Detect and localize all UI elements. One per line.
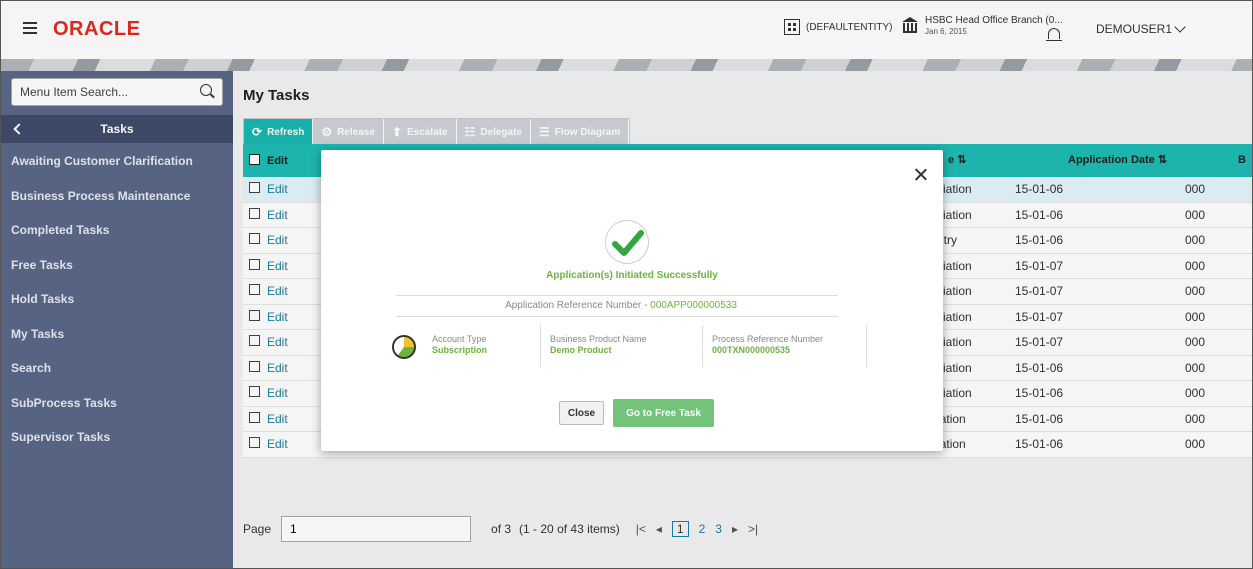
account-type-icon [392, 335, 416, 359]
application-reference: Application Reference Number - 000APP000… [321, 300, 921, 311]
close-button[interactable]: Close [559, 401, 604, 425]
application-reference-label: Application Reference Number - [505, 300, 648, 311]
go-to-free-task-button[interactable]: Go to Free Task [613, 399, 714, 427]
account-type-value: Subscription [432, 345, 488, 355]
success-dialog: Application(s) Initiated Successfully Ap… [321, 150, 943, 451]
divider [396, 295, 838, 296]
process-ref-value: 000TXN000000535 [712, 345, 791, 355]
close-icon[interactable] [914, 168, 928, 182]
process-ref-info: Process Reference Number 000TXN000000535 [712, 334, 823, 356]
product-value: Demo Product [550, 345, 612, 355]
success-message: Application(s) Initiated Successfully [546, 270, 718, 281]
app-window: ORACLE (DEFAULTENTITY) HSBC Head Office … [0, 0, 1253, 569]
divider [540, 325, 541, 367]
application-reference-value: 000APP000000533 [650, 300, 737, 311]
divider [866, 325, 867, 367]
success-check-icon [605, 220, 649, 264]
product-label: Business Product Name [550, 334, 647, 344]
product-info: Business Product Name Demo Product [550, 334, 647, 356]
divider [702, 325, 703, 367]
process-ref-label: Process Reference Number [712, 334, 824, 344]
divider [396, 316, 838, 317]
account-type-label: Account Type [432, 334, 487, 344]
account-type-info: Account Type Subscription [432, 334, 487, 356]
